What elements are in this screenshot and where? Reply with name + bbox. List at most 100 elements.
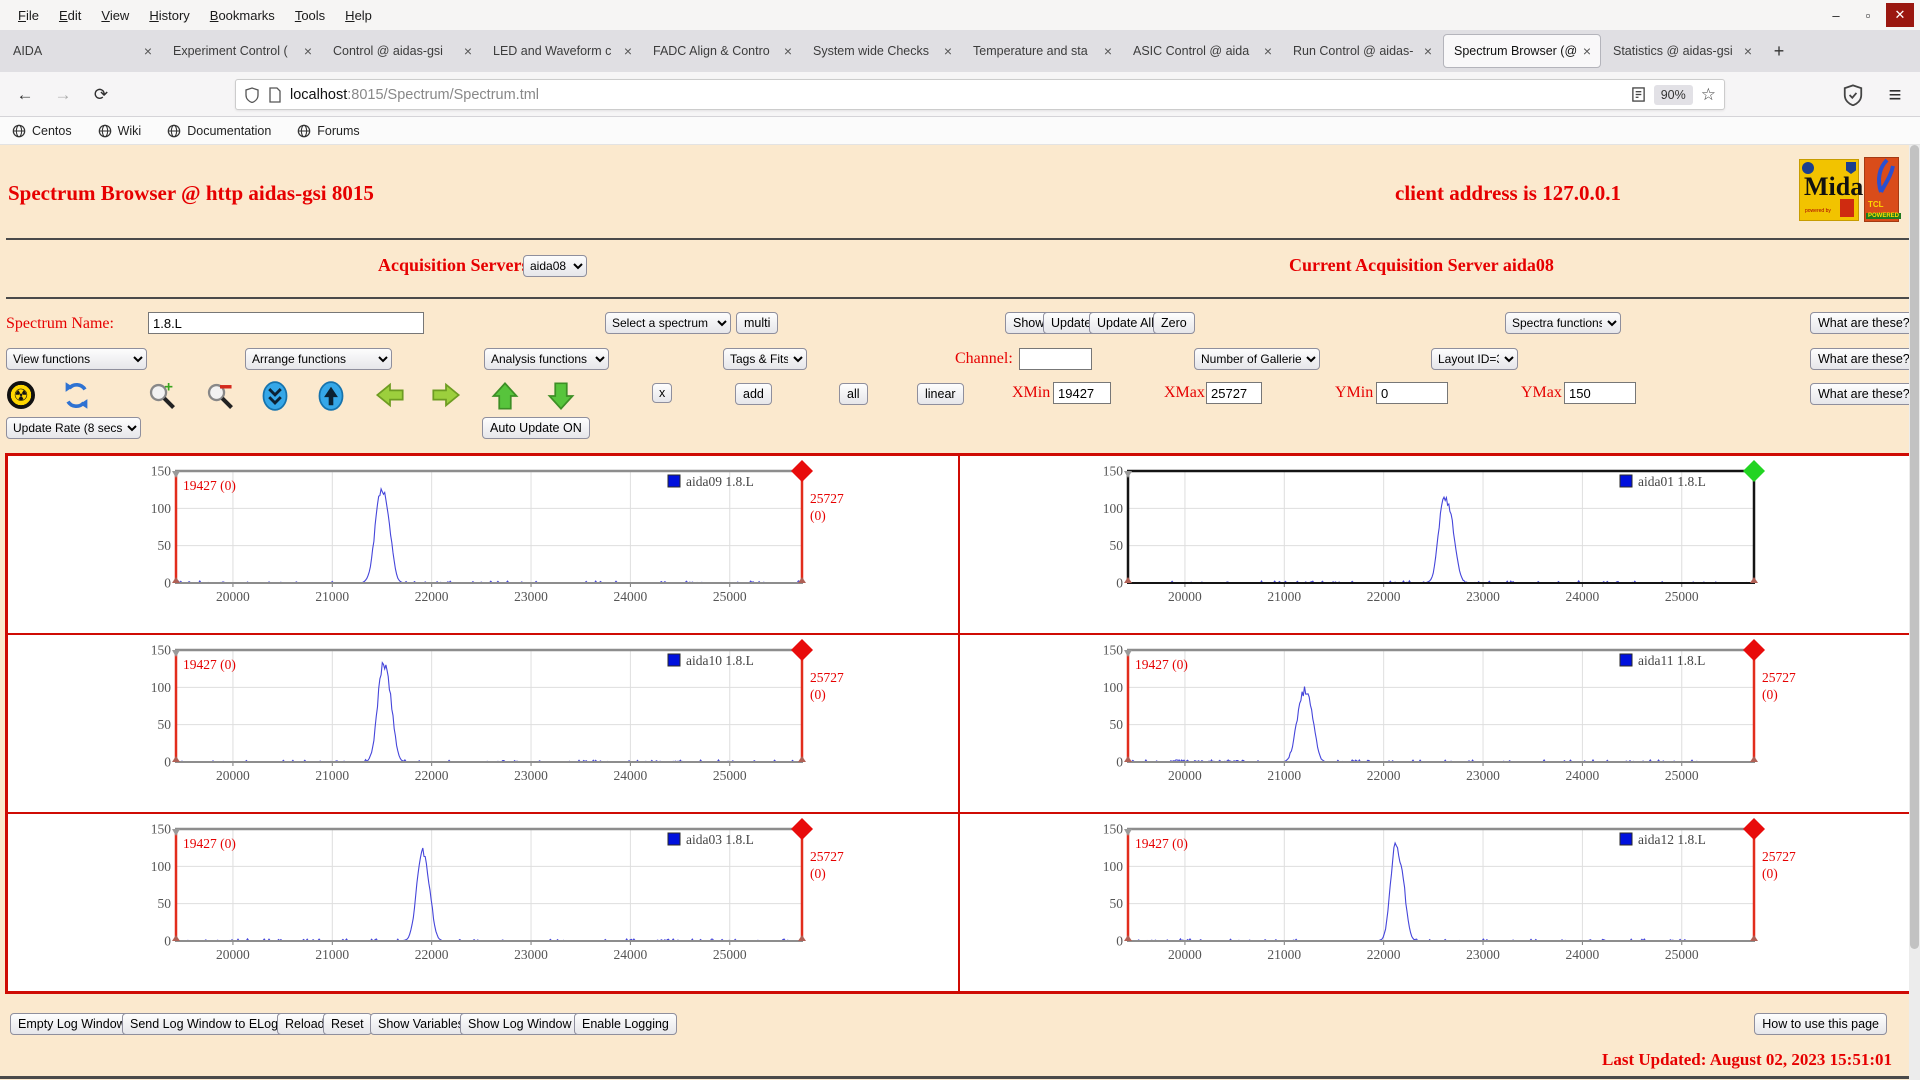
minimize-button[interactable]: – [1822, 3, 1850, 27]
tab-statistics-aidas-gsi[interactable]: Statistics @ aidas-gsi × [1603, 34, 1761, 68]
xmax-input[interactable] [1206, 382, 1262, 404]
layout-id-dropdown[interactable]: Layout ID=3 [1431, 348, 1518, 370]
arrow-right-icon[interactable] [431, 381, 461, 411]
tab-close-icon[interactable]: × [1580, 43, 1594, 59]
new-tab-button[interactable]: + [1764, 36, 1794, 66]
bookmark-forums[interactable]: Forums [297, 124, 360, 138]
spectrum-panel-aida01[interactable]: 20000 21000 22000 23000 24000 25000 0 50 100 150 a… [958, 455, 1910, 634]
multi-button[interactable]: multi [736, 312, 779, 334]
analysis-functions-dropdown[interactable]: Analysis functions [484, 348, 609, 370]
select-spectrum-dropdown[interactable]: Select a spectrum [605, 312, 731, 334]
reset-button[interactable]: Reset [323, 1013, 372, 1035]
empty-log-window-button[interactable]: Empty Log Window [10, 1013, 134, 1035]
auto-update-button[interactable]: Auto Update ON [482, 417, 590, 439]
shield-permissions-icon[interactable] [244, 86, 260, 103]
tab-control-aidas-gsi[interactable]: Control @ aidas-gsi × [323, 34, 481, 68]
protection-shield-icon[interactable] [1842, 84, 1864, 106]
acquisition-server-select[interactable]: aida08 [523, 255, 587, 277]
what-are-these-button-2[interactable]: What are these? [1810, 348, 1918, 370]
how-to-use-button[interactable]: How to use this page [1754, 1013, 1887, 1035]
menu-help[interactable]: Help [335, 4, 382, 27]
zoom-out-icon[interactable] [205, 381, 235, 411]
tab-close-icon[interactable]: × [1421, 43, 1435, 59]
send-log-window-to-elog-button[interactable]: Send Log Window to ELog [122, 1013, 287, 1035]
bookmark-centos[interactable]: Centos [12, 124, 72, 138]
url-text[interactable]: localhost:8015/Spectrum/Spectrum.tml [290, 87, 1631, 103]
scrollbar-thumb[interactable] [1910, 145, 1919, 950]
show-log-window-button[interactable]: Show Log Window [460, 1013, 580, 1035]
refresh-icon[interactable] [62, 381, 92, 411]
url-bar[interactable]: localhost:8015/Spectrum/Spectrum.tml 90%… [235, 79, 1725, 110]
tab-spectrum-browser[interactable]: Spectrum Browser (@ × [1443, 34, 1601, 68]
zoom-level-badge[interactable]: 90% [1653, 84, 1693, 105]
show-variables-button[interactable]: Show Variables [370, 1013, 472, 1035]
update-rate-dropdown[interactable]: Update Rate (8 secs) [6, 417, 141, 439]
arrange-functions-dropdown[interactable]: Arrange functions [245, 348, 392, 370]
spectrum-panel-aida03[interactable]: 20000 21000 22000 23000 24000 25000 0 50 100 150 a… [7, 813, 959, 992]
tags-fits-dropdown[interactable]: Tags & Fits [723, 348, 807, 370]
tab-close-icon[interactable]: × [141, 43, 155, 59]
all-button[interactable]: all [839, 383, 868, 405]
what-are-these-button-1[interactable]: What are these? [1810, 312, 1918, 334]
back-button[interactable]: ← [10, 80, 40, 110]
tab-temperature-and-sta[interactable]: Temperature and sta × [963, 34, 1121, 68]
menu-view[interactable]: View [91, 4, 139, 27]
bookmark-documentation[interactable]: Documentation [167, 124, 271, 138]
maximize-button[interactable]: ▫ [1854, 3, 1882, 27]
tab-close-icon[interactable]: × [781, 43, 795, 59]
menu-tools[interactable]: Tools [285, 4, 335, 27]
bookmark-star-icon[interactable]: ☆ [1701, 85, 1716, 105]
page-info-icon[interactable] [268, 86, 282, 103]
tab-close-icon[interactable]: × [621, 43, 635, 59]
arrow-left-icon[interactable] [375, 381, 405, 411]
tab-led-and-waveform-c[interactable]: LED and Waveform c × [483, 34, 641, 68]
reload-button[interactable]: ⟳ [86, 80, 116, 110]
spectrum-panel-aida11[interactable]: 20000 21000 22000 23000 24000 25000 0 50 100 150 a… [958, 634, 1910, 813]
tab-close-icon[interactable]: × [461, 43, 475, 59]
zoom-in-icon[interactable]: + [147, 378, 177, 411]
number-of-galleries-dropdown[interactable]: Number of Galleries [1194, 348, 1320, 370]
add-button[interactable]: add [735, 383, 772, 405]
tab-close-icon[interactable]: × [1261, 43, 1275, 59]
menu-edit[interactable]: Edit [49, 4, 91, 27]
spectrum-panel-aida09[interactable]: 20000 21000 22000 23000 24000 25000 0 50 100 150 a… [7, 455, 959, 634]
radioactive-icon[interactable]: ☢ [7, 381, 37, 411]
what-are-these-button-3[interactable]: What are these? [1810, 383, 1918, 405]
update-all-button[interactable]: Update All [1089, 312, 1162, 334]
app-menu-icon[interactable]: ≡ [1880, 80, 1910, 110]
tab-close-icon[interactable]: × [1741, 43, 1755, 59]
menu-bookmarks[interactable]: Bookmarks [200, 4, 285, 27]
linear-button[interactable]: linear [917, 383, 964, 405]
tab-system-wide-checks[interactable]: System wide Checks × [803, 34, 961, 68]
page-scrollbar[interactable] [1909, 145, 1920, 1080]
scroll-up-icon[interactable] [317, 381, 347, 411]
zero-button[interactable]: Zero [1153, 312, 1195, 334]
tab-fadc-align-contro[interactable]: FADC Align & Contro × [643, 34, 801, 68]
tab-close-icon[interactable]: × [301, 43, 315, 59]
tab-aida[interactable]: AIDA × [3, 34, 161, 68]
spectra-functions-dropdown[interactable]: Spectra functions [1505, 312, 1621, 334]
x-button[interactable]: x [652, 383, 673, 403]
tab-close-icon[interactable]: × [1101, 43, 1115, 59]
view-functions-dropdown[interactable]: View functions [6, 348, 147, 370]
channel-input[interactable] [1019, 348, 1092, 370]
ymin-input[interactable] [1376, 382, 1448, 404]
scroll-down-icon[interactable] [261, 381, 291, 411]
reader-view-icon[interactable] [1631, 87, 1646, 102]
menu-file[interactable]: File [8, 4, 49, 27]
enable-logging-button[interactable]: Enable Logging [574, 1013, 677, 1035]
spectrum-name-input[interactable] [148, 312, 424, 334]
tab-asic-control-aida[interactable]: ASIC Control @ aida × [1123, 34, 1281, 68]
tab-close-icon[interactable]: × [941, 43, 955, 59]
menu-history[interactable]: History [139, 4, 199, 27]
ymax-input[interactable] [1564, 382, 1636, 404]
forward-button[interactable]: → [48, 80, 78, 110]
arrow-down-icon[interactable] [547, 381, 577, 411]
close-button[interactable]: ✕ [1886, 3, 1914, 27]
arrow-up-icon[interactable] [491, 381, 521, 411]
xmin-input[interactable] [1053, 382, 1111, 404]
spectrum-panel-aida10[interactable]: 20000 21000 22000 23000 24000 25000 0 50 100 150 a… [7, 634, 959, 813]
tab-experiment-control[interactable]: Experiment Control (× [163, 34, 321, 68]
spectrum-panel-aida12[interactable]: 20000 21000 22000 23000 24000 25000 0 50 100 150 a… [958, 813, 1910, 992]
bookmark-wiki[interactable]: Wiki [98, 124, 141, 138]
